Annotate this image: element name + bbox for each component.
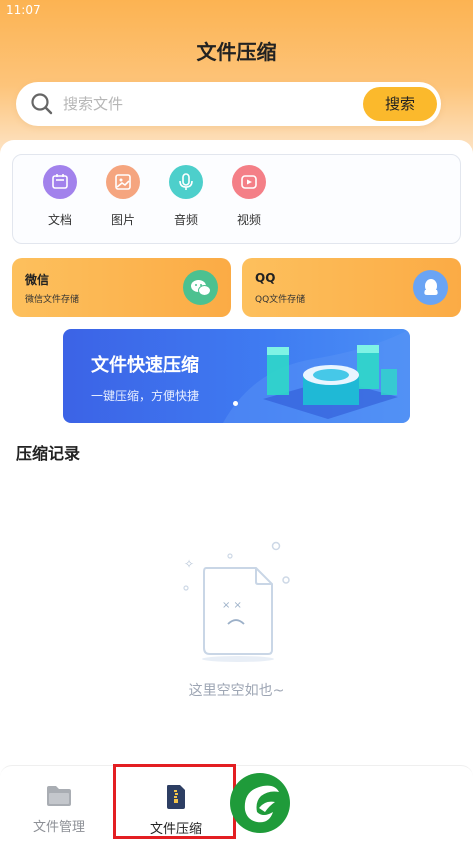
feature-title: 微信 (25, 273, 50, 287)
search-icon (31, 93, 53, 115)
qq-icon (413, 270, 448, 305)
nav-label: 文件管理 (32, 820, 85, 835)
svg-text:× ×: × × (222, 600, 242, 611)
video-icon (232, 165, 266, 199)
category-card: 文档 图片 音频 视频 (12, 154, 461, 244)
empty-file-icon: ✧ × × (183, 541, 290, 662)
category-label: 图片 (110, 213, 135, 227)
wechat-storage-card[interactable]: 微信 微信文件存储 (12, 258, 231, 317)
records-section-title: 压缩记录 (16, 444, 81, 463)
feature-title: QQ (255, 271, 276, 285)
category-label: 文档 (47, 213, 72, 227)
empty-state-text: 这里空空如也~ (188, 683, 285, 699)
search-input[interactable] (63, 91, 363, 117)
feature-subtitle: QQ文件存储 (255, 295, 306, 305)
category-video[interactable]: 视频 (219, 165, 279, 228)
search-button[interactable]: 搜索 (363, 87, 437, 121)
category-document[interactable]: 文档 (30, 165, 90, 228)
folder-icon (47, 786, 71, 806)
compress-banner[interactable]: 文件快速压缩 一键压缩，方便快捷 (63, 329, 410, 423)
qq-storage-card[interactable]: QQ QQ文件存储 (242, 258, 461, 317)
banner-indicator (233, 401, 238, 406)
category-label: 视频 (236, 213, 261, 227)
highlight-box (113, 764, 236, 839)
nav-file-manager[interactable]: 文件管理 (14, 778, 104, 835)
status-time: 11:07 (6, 3, 41, 17)
image-icon (106, 165, 140, 199)
category-audio[interactable]: 音频 (156, 165, 216, 228)
server-illustration-icon (263, 345, 398, 419)
microphone-icon (169, 165, 203, 199)
banner-title: 文件快速压缩 (91, 355, 199, 376)
page-title: 文件压缩 (196, 40, 277, 64)
document-icon (43, 165, 77, 199)
wechat-icon (183, 270, 218, 305)
feature-subtitle: 微信文件存储 (25, 295, 80, 305)
svg-text:✧: ✧ (184, 557, 194, 571)
category-image[interactable]: 图片 (93, 165, 153, 228)
category-label: 音频 (173, 213, 198, 227)
leaf-logo-icon (230, 773, 290, 833)
search-bar[interactable]: 搜索 (16, 82, 441, 126)
banner-subtitle: 一键压缩，方便快捷 (91, 389, 200, 403)
